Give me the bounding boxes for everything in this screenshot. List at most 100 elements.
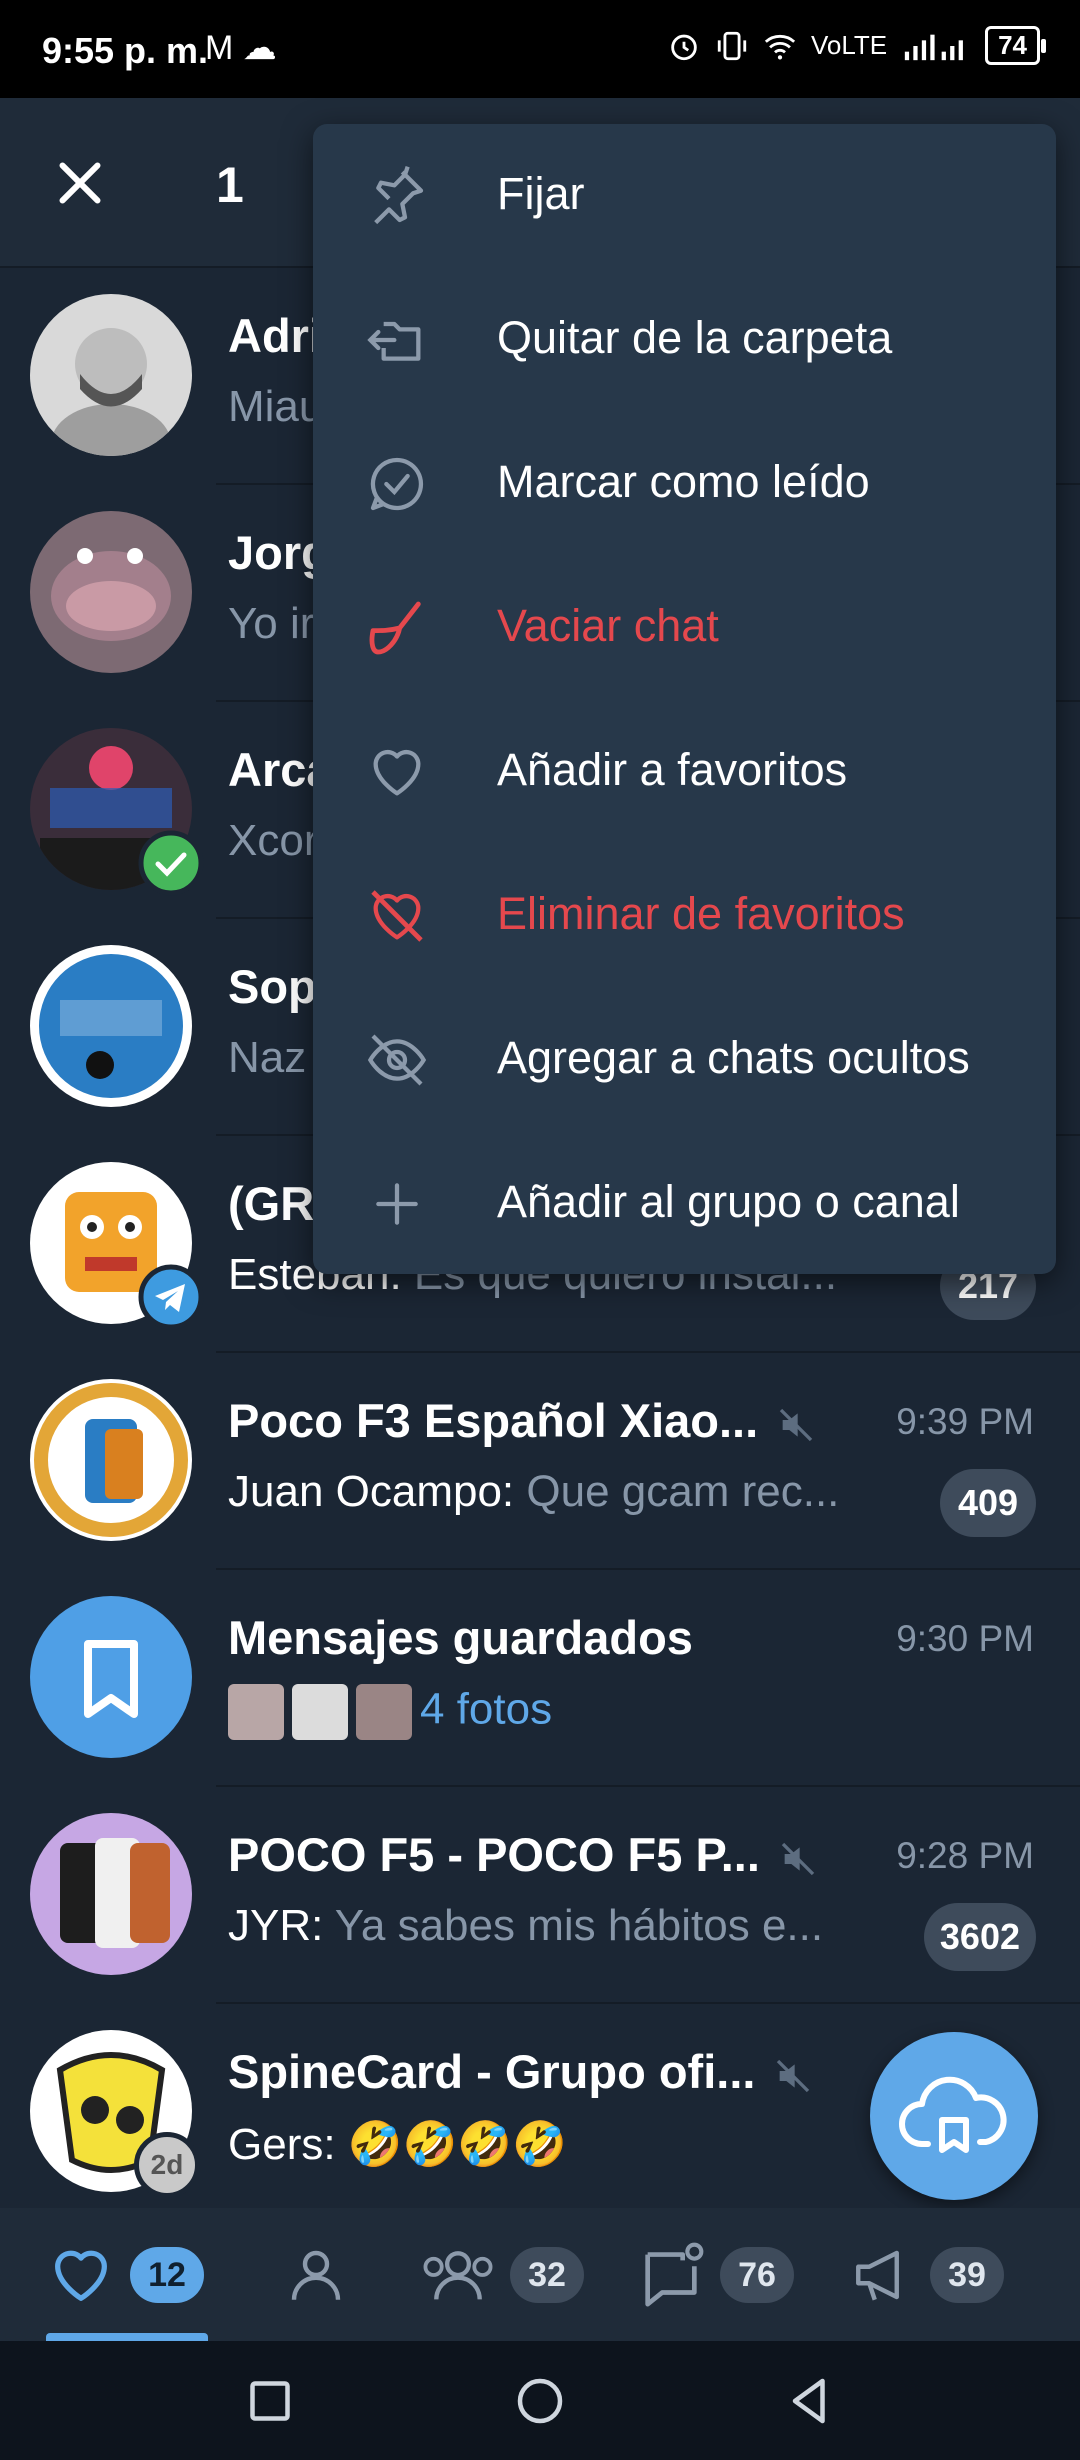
selected-count: 1 [216,157,244,213]
last-seen-badge: 2d [134,2132,200,2198]
chat-row[interactable]: Mensajes guardados 9:30 PM 4 fotos [0,1570,1080,1787]
tab-badge: 32 [510,2246,584,2303]
chat-title: POCO F5 - POCO F5 P... [228,1827,818,1882]
signal-icon [904,34,963,60]
chat-message: Juan Ocampo: Que gcam rec... [228,1467,839,1517]
menu-item-pin[interactable]: Fijar [313,124,1056,268]
menu-item-mark-read[interactable]: Marcar como leído [313,412,1056,556]
chat-icon [645,2242,704,2306]
chat-message: Miau [228,382,324,431]
chat-message-text: 🤣🤣🤣🤣 [335,2120,567,2169]
chat-message: Gers: 🤣🤣🤣🤣 [228,2118,567,2170]
heart-icon [55,2250,107,2301]
battery-indicator: 74 [985,26,1046,65]
alarm-icon [671,34,697,60]
system-navigation-bar [0,2341,1080,2460]
telegram-icon [138,1264,204,1330]
chat-title: Mensajes guardados [228,1611,693,1664]
vibrate-icon [717,31,747,60]
group-icon [423,2250,493,2300]
chat-title-text: SpineCard - Grupo ofi... [228,2045,756,2098]
photo-thumbnail [292,1684,348,1740]
menu-item-label: Añadir al grupo o canal [497,1176,960,1227]
plus-icon [376,1183,418,1225]
menu-item-label: Marcar como leído [497,456,870,507]
tab-contacts[interactable] [283,2208,349,2341]
chat-title: Poco F3 Español Xiao... [228,1393,816,1448]
home-circle-icon[interactable] [510,2371,570,2431]
tab-badge: 39 [930,2246,1004,2303]
chat-title: SpineCard - Grupo ofi... [228,2044,813,2099]
cloud-icon [899,2076,1007,2153]
chat-message: 4 fotos [228,1684,552,1740]
status-time: 9:55 p. m. [42,30,209,71]
pin-icon [374,165,424,225]
photo-thumbnail [228,1684,284,1740]
chat-row[interactable]: POCO F5 - POCO F5 P... 9:28 PM JYR: Ya s… [0,1787,1080,2004]
menu-item-label: Eliminar de favoritos [497,888,905,939]
active-tab-indicator [46,2333,208,2341]
chat-sender: JYR: [228,1901,324,1950]
chat-title: (GR [228,1177,315,1230]
network-type: VoLTE [810,30,888,60]
menu-item-label: Vaciar chat [497,600,719,651]
tab-channels[interactable]: 39 [850,2208,1004,2341]
chat-message: JYR: Ya sabes mis hábitos e... [228,1901,823,1951]
notification-icons: M ☁ [205,29,277,67]
back-triangle-icon[interactable] [780,2371,840,2431]
chat-time: 9:30 PM [896,1618,1034,1659]
chat-message: Naz [228,1033,307,1082]
broom-icon [369,601,421,655]
chat-message-text: 4 fotos [420,1684,553,1734]
eye-off-icon [367,1034,427,1086]
chat-sender: Juan Ocampo: [228,1467,515,1516]
menu-item-label: Fijar [497,168,585,219]
unread-badge: 409 [940,1469,1036,1537]
tab-groups[interactable]: 32 [420,2208,584,2341]
cloud-fab-button[interactable] [870,2032,1038,2200]
menu-item-label: Añadir a favoritos [497,744,848,795]
avatar [30,1379,192,1541]
saved-messages-avatar [30,1596,192,1758]
heart-icon [373,749,421,796]
photo-thumbnail [356,1684,412,1740]
menu-item-add-favorite[interactable]: Añadir a favoritos [313,700,1056,844]
wifi-icon [764,34,796,59]
avatar [30,294,192,456]
chat-context-menu: Fijar Quitar de la carpeta Marcar como l… [313,124,1056,1274]
muted-icon [781,1842,815,1875]
tab-badge: 76 [720,2246,794,2303]
tab-favorites[interactable]: 12 [46,2208,204,2341]
folder-tabs: 12 32 76 39 [0,2208,1080,2341]
chat-message-text: Que gcam rec... [514,1467,840,1516]
menu-item-clear-chat[interactable]: Vaciar chat [313,556,1056,700]
menu-item-label: Quitar de la carpeta [497,312,893,363]
chat-title: Adri [228,309,322,362]
unread-badge: 3602 [923,1903,1036,1971]
avatar [30,511,192,673]
chat-message: Yo ir [228,599,315,648]
tab-chats[interactable]: 76 [636,2208,794,2341]
chat-time: 9:28 PM [896,1835,1034,1876]
heart-remove-icon [371,890,423,942]
megaphone-icon [856,2250,899,2300]
chat-sender: Gers: [228,2120,336,2169]
chat-message-text: Ya sabes mis hábitos e... [323,1901,824,1950]
muted-icon [780,1408,813,1441]
mark-read-icon [370,457,424,511]
menu-item-label: Agregar a chats ocultos [497,1032,970,1083]
menu-item-add-to-group[interactable]: Añadir al grupo o canal [313,1132,1056,1276]
chat-time: 9:39 PM [896,1401,1034,1442]
menu-item-remove-from-folder[interactable]: Quitar de la carpeta [313,268,1056,412]
close-icon[interactable] [50,153,110,213]
chat-title-text: POCO F5 - POCO F5 P... [228,1828,760,1881]
person-icon [291,2250,341,2300]
menu-item-hide-chat[interactable]: Agregar a chats ocultos [313,988,1056,1132]
verified-check-icon [138,830,204,896]
muted-icon [777,2059,810,2092]
avatar [30,1813,192,1975]
recents-square-icon[interactable] [240,2371,300,2431]
menu-item-remove-favorite[interactable]: Eliminar de favoritos [313,844,1056,988]
status-right: VoLTE 74 [667,26,1046,65]
chat-row[interactable]: Poco F3 Español Xiao... 9:39 PM Juan Oca… [0,1353,1080,1570]
